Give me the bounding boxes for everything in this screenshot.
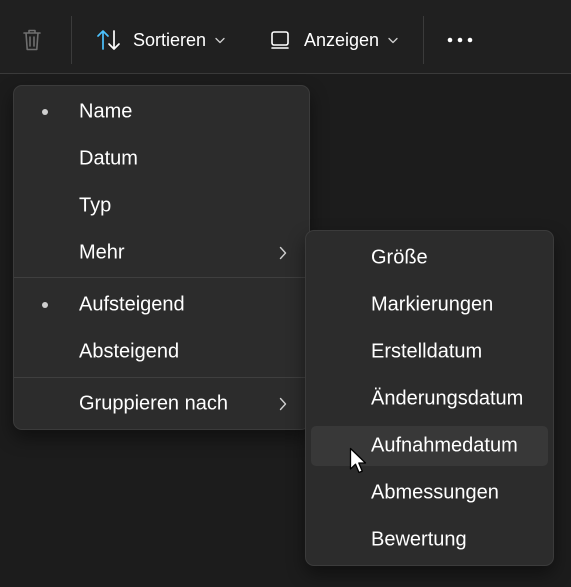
submenu-item-label: Erstelldatum <box>371 340 483 363</box>
menu-item-label: Typ <box>79 194 112 217</box>
more-options-button[interactable] <box>446 20 474 60</box>
menu-item-label: Gruppieren nach <box>79 392 228 415</box>
submenu-item-label: Abmessungen <box>371 481 499 504</box>
selected-dot-icon <box>42 302 48 308</box>
mouse-cursor-icon <box>349 447 367 474</box>
sort-button-label: Sortieren <box>133 29 207 50</box>
trash-icon <box>23 29 41 51</box>
view-button-label: Anzeigen <box>304 29 380 50</box>
submenu-item-label: Größe <box>371 246 428 269</box>
menu-item-label: Aufsteigend <box>79 293 185 316</box>
submenu-item-label: Bewertung <box>371 528 467 551</box>
sort-arrows-icon <box>97 30 120 50</box>
view-button[interactable]: Anzeigen <box>270 20 398 60</box>
menu-item-ascending[interactable]: Aufsteigend <box>14 285 309 325</box>
menu-item-type[interactable]: Typ <box>14 186 309 226</box>
selected-dot-icon <box>42 109 48 115</box>
sort-button[interactable]: Sortieren <box>96 20 225 60</box>
menu-item-more[interactable]: Mehr <box>14 233 309 273</box>
menu-item-group-by[interactable]: Gruppieren nach <box>14 384 309 424</box>
chevron-right-icon <box>279 397 287 411</box>
chevron-down-icon <box>388 37 398 44</box>
menu-separator <box>14 377 309 378</box>
more-submenu: Größe Markierungen Erstelldatum Änderung… <box>305 230 554 566</box>
submenu-item-dimensions[interactable]: Abmessungen <box>311 473 548 513</box>
submenu-item-date-taken[interactable]: Aufnahmedatum <box>311 426 548 466</box>
menu-item-name[interactable]: Name <box>14 92 309 132</box>
chevron-right-icon <box>279 246 287 260</box>
submenu-item-rating[interactable]: Bewertung <box>311 520 548 560</box>
menu-item-date[interactable]: Datum <box>14 139 309 179</box>
menu-item-label: Datum <box>79 147 138 170</box>
menu-separator <box>14 277 309 278</box>
command-bar: Sortieren Anzeigen <box>0 0 571 74</box>
toolbar-separator <box>71 16 72 64</box>
submenu-item-modified-date[interactable]: Änderungsdatum <box>311 379 548 419</box>
submenu-item-label: Aufnahmedatum <box>371 434 518 457</box>
delete-button[interactable] <box>20 20 44 60</box>
submenu-item-label: Änderungsdatum <box>371 387 524 410</box>
menu-item-label: Mehr <box>79 241 125 264</box>
toolbar-separator <box>423 16 424 64</box>
submenu-item-size[interactable]: Größe <box>311 238 548 278</box>
submenu-item-tags[interactable]: Markierungen <box>311 285 548 325</box>
view-square-icon <box>271 31 289 49</box>
ellipsis-icon <box>447 37 473 43</box>
menu-item-label: Absteigend <box>79 340 180 363</box>
menu-item-label: Name <box>79 100 133 123</box>
submenu-item-created-date[interactable]: Erstelldatum <box>311 332 548 372</box>
menu-item-descending[interactable]: Absteigend <box>14 332 309 372</box>
chevron-down-icon <box>215 37 225 44</box>
submenu-item-label: Markierungen <box>371 293 494 316</box>
sort-menu: Name Datum Typ Mehr Aufsteigend Absteige… <box>13 85 310 430</box>
